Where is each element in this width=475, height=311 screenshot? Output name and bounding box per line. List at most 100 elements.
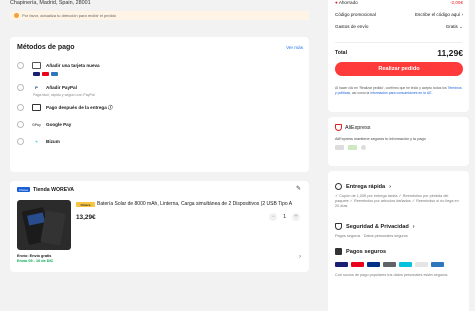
quantity-stepper: − 1 + bbox=[269, 213, 300, 221]
savings-label-text: Ahorrado bbox=[338, 0, 358, 5]
security-title: Seguridad & Privacidad bbox=[346, 223, 409, 230]
payment-title: Métodos de pago bbox=[17, 44, 75, 51]
increment-button[interactable]: + bbox=[292, 213, 300, 221]
mastercard-icon bbox=[351, 262, 364, 267]
promo-row[interactable]: Código promocional Escribe el código aqu… bbox=[335, 12, 463, 17]
delivery-text: ✓ Cupón de 1,00€ por entrega tardía ✓ Re… bbox=[335, 194, 459, 209]
payment-logos bbox=[335, 262, 444, 267]
promo-label: Código promocional bbox=[335, 12, 376, 17]
power-bank-shape bbox=[40, 210, 66, 246]
warning-icon bbox=[14, 13, 19, 18]
payment-option-card[interactable]: Añadir una tarjeta nueva bbox=[17, 62, 100, 69]
payment-option-bizum[interactable]: ϟ Bizum bbox=[17, 138, 60, 145]
clock-icon bbox=[335, 183, 342, 190]
choice-tag: Choice bbox=[76, 202, 95, 207]
aliexpress-trust-card: AliExpress AliExpress mantiene seguros t… bbox=[328, 117, 469, 166]
divider bbox=[335, 42, 462, 43]
secure-payments-text: Con socios de pago populares tus datos p… bbox=[335, 273, 449, 277]
product-image[interactable] bbox=[17, 200, 71, 250]
choice-badge: Choice bbox=[17, 187, 30, 192]
mastercard-icon bbox=[42, 72, 49, 76]
legal-text-1: Al hacer clic en 'Realizar pedido', conf… bbox=[335, 86, 447, 90]
decrement-button[interactable]: − bbox=[269, 213, 278, 221]
store-name[interactable]: Tienda WOREVA bbox=[33, 187, 74, 193]
product-price: 13,29€ bbox=[76, 214, 96, 221]
shipping-cost-value: Gratis ⌄ bbox=[445, 24, 463, 29]
chevron-right-icon: › bbox=[389, 183, 392, 190]
edit-icon[interactable]: ✎ bbox=[296, 185, 301, 192]
radio-button[interactable] bbox=[17, 138, 24, 145]
features-card: Entrega rápida › ✓ Cupón de 1,00€ por en… bbox=[328, 171, 469, 311]
credit-card-icon bbox=[32, 62, 41, 69]
shipping-cost-label: Gastos de envío bbox=[335, 24, 369, 29]
quantity-value: 1 bbox=[283, 214, 286, 220]
security-text: Pagos seguros · Datos personales seguros bbox=[335, 234, 408, 238]
product-title[interactable]: Batería Solar de 8000 mAh, Linterna, Car… bbox=[97, 201, 307, 207]
amex-icon bbox=[51, 72, 58, 76]
google-pay-icon: GPay bbox=[32, 122, 41, 127]
maestro-icon bbox=[415, 262, 428, 267]
radio-button[interactable] bbox=[17, 121, 24, 128]
promo-input[interactable]: Escribe el código aquí › bbox=[415, 12, 463, 17]
payment-methods-card: Métodos de pago Ver más Añadir una tarje… bbox=[10, 37, 309, 172]
legal-text: Al hacer clic en 'Realizar pedido', conf… bbox=[335, 86, 463, 95]
security-badge-icon bbox=[335, 145, 344, 150]
amex-icon bbox=[431, 262, 444, 267]
trust-icons bbox=[335, 145, 366, 150]
savings-label: ● Ahorrado bbox=[335, 0, 358, 5]
aliexpress-header: AliExpress bbox=[335, 124, 370, 131]
total-value: 11,29€ bbox=[437, 48, 463, 58]
total-row: Total 11,29€ bbox=[335, 48, 463, 58]
paypal-note: Paga fácil, rápido y seguro con PayPal bbox=[33, 93, 95, 97]
shipping-date: Envío 09 - 10 de DIC bbox=[17, 259, 54, 263]
fast-delivery-header[interactable]: Entrega rápida › bbox=[335, 183, 391, 190]
shield-icon bbox=[335, 124, 342, 131]
consumer-info-link[interactable]: información para consumidores en la UE. bbox=[370, 91, 432, 95]
security-header[interactable]: Seguridad & Privacidad › bbox=[335, 223, 415, 230]
address-warning: Por favor, actualiza tu dirección para r… bbox=[10, 11, 309, 20]
shipping-cost-row: Gastos de envío Gratis ⌄ bbox=[335, 24, 463, 30]
option-label: Pago después de la entrega ⓘ bbox=[46, 104, 113, 110]
savings-value: -2,00€ bbox=[449, 0, 463, 5]
shield-check-icon bbox=[335, 223, 342, 230]
place-order-button[interactable]: Realizar pedido bbox=[335, 62, 463, 76]
total-label: Total bbox=[335, 50, 348, 56]
order-summary-card: ● Ahorrado -2,00€ Código promocional Esc… bbox=[328, 0, 469, 112]
radio-button[interactable] bbox=[17, 84, 24, 91]
secure-payments-title: Pagos seguros bbox=[346, 248, 387, 255]
option-label: Añadir PayPal bbox=[46, 85, 77, 90]
payment-option-google-pay[interactable]: GPay Google Pay bbox=[17, 121, 71, 128]
bizum-icon bbox=[399, 262, 412, 267]
option-label: Añadir una tarjeta nueva bbox=[46, 63, 100, 68]
shipping-address: Chapinería, Madrid, Spain, 28001 bbox=[10, 0, 91, 6]
calendar-icon bbox=[32, 104, 41, 111]
warning-text: Por favor, actualiza tu dirección para r… bbox=[22, 13, 117, 18]
security-badge-icon bbox=[348, 145, 357, 150]
option-label: Bizum bbox=[46, 139, 60, 144]
radio-button[interactable] bbox=[17, 62, 24, 69]
promo-placeholder: Escribe el código aquí bbox=[414, 12, 461, 17]
savings-row: ● Ahorrado -2,00€ bbox=[335, 0, 463, 5]
paypal-icon: P bbox=[35, 85, 38, 90]
shipping-cost-text: Gratis bbox=[445, 24, 458, 29]
visa-icon bbox=[335, 262, 348, 267]
see-more-link[interactable]: Ver más bbox=[286, 45, 303, 50]
payment-option-paypal[interactable]: P Añadir PayPal bbox=[17, 84, 77, 91]
aliexpress-title: AliExpress bbox=[345, 124, 371, 131]
option-label: Google Pay bbox=[46, 122, 72, 127]
shipping-label: Envío: Envío gratis bbox=[17, 254, 52, 258]
chevron-right-icon[interactable]: › bbox=[299, 254, 301, 260]
legal-text-2: , así como la bbox=[350, 90, 370, 95]
bizum-icon: ϟ bbox=[35, 139, 38, 144]
aliexpress-text: AliExpress mantiene seguros tu informaci… bbox=[335, 137, 426, 141]
paypal-icon bbox=[367, 262, 380, 267]
checkout-page: Chapinería, Madrid, Spain, 28001 Por fav… bbox=[0, 0, 475, 311]
radio-button[interactable] bbox=[17, 104, 24, 111]
google-pay-icon bbox=[383, 262, 396, 267]
payment-option-pay-later[interactable]: Pago después de la entrega ⓘ bbox=[17, 104, 113, 111]
credit-card-icon bbox=[335, 248, 342, 255]
security-badge-icon bbox=[361, 145, 366, 150]
chevron-right-icon: › bbox=[412, 223, 415, 230]
store-card: Choice Tienda WOREVA ✎ Choice Batería So… bbox=[10, 181, 309, 272]
delivery-title: Entrega rápida bbox=[346, 183, 386, 190]
